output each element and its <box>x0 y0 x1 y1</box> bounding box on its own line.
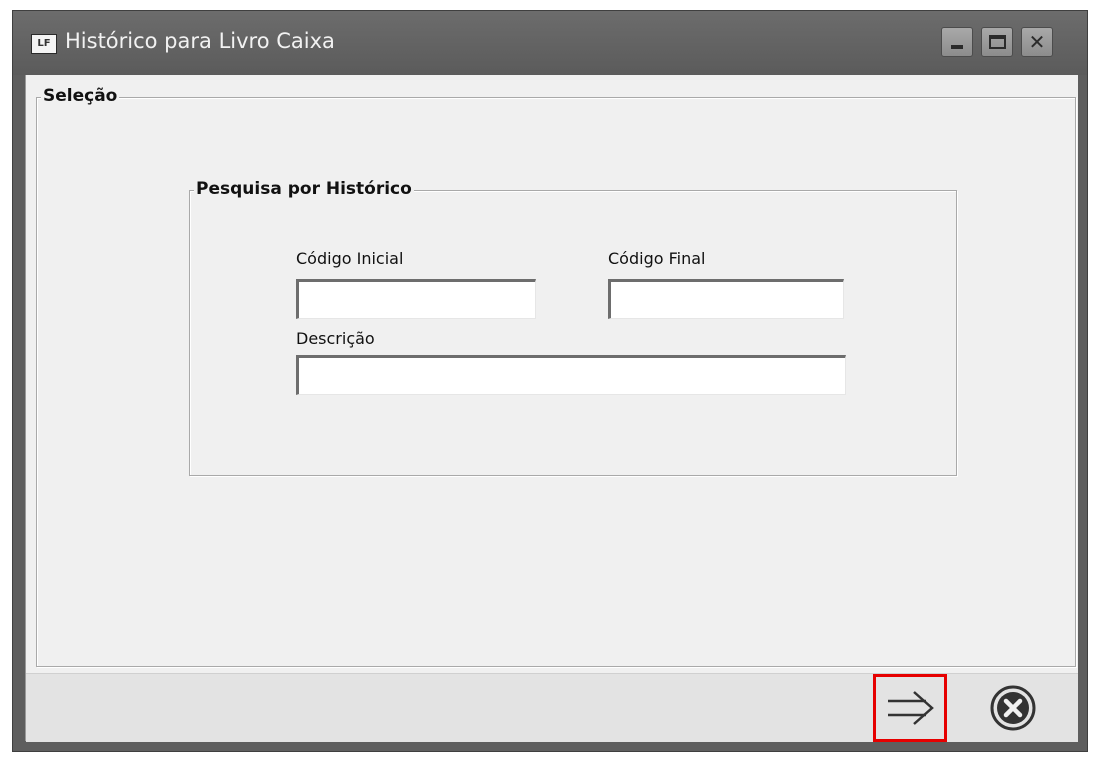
window-title: Histórico para Livro Caixa <box>65 29 335 53</box>
codigo-inicial-input[interactable] <box>296 279 536 319</box>
dialog-client-area: Seleção Pesquisa por Histórico Código In… <box>25 75 1078 742</box>
pesquisa-groupbox: Pesquisa por Histórico Código Inicial Có… <box>189 179 957 476</box>
action-bar <box>26 673 1078 742</box>
minimize-icon <box>951 45 963 49</box>
arrow-right-icon <box>888 691 934 725</box>
selecao-groupbox: Seleção Pesquisa por Histórico Código In… <box>36 86 1076 667</box>
window: LF Histórico para Livro Caixa ✕ Seleção … <box>12 10 1088 752</box>
codigo-inicial-label: Código Inicial <box>296 249 404 268</box>
descricao-input[interactable] <box>296 355 846 395</box>
app-icon: LF <box>31 34 57 54</box>
close-button[interactable]: ✕ <box>1021 27 1053 57</box>
confirm-button[interactable] <box>873 674 947 742</box>
codigo-final-label: Código Final <box>608 249 706 268</box>
title-bar[interactable]: LF Histórico para Livro Caixa ✕ <box>13 11 1087 75</box>
maximize-button[interactable] <box>981 27 1013 57</box>
minimize-button[interactable] <box>941 27 973 57</box>
pesquisa-title: Pesquisa por Histórico <box>194 179 414 199</box>
cancel-circle-icon <box>990 685 1036 731</box>
descricao-label: Descrição <box>296 329 375 348</box>
selecao-title: Seleção <box>41 86 120 106</box>
codigo-final-input[interactable] <box>608 279 844 319</box>
maximize-icon <box>989 35 1006 49</box>
close-icon: ✕ <box>1028 30 1046 54</box>
cancel-button[interactable] <box>976 674 1050 742</box>
